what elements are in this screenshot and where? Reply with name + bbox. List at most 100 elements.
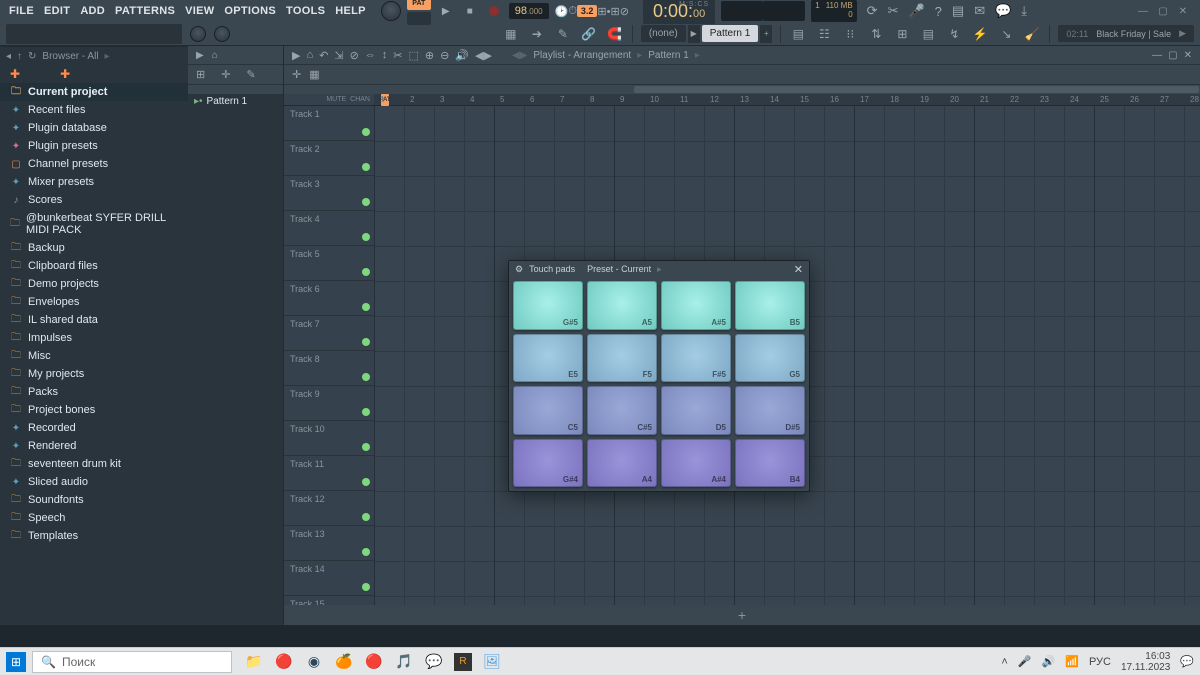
track-header[interactable]: Track 6 (284, 281, 374, 316)
help-icon[interactable]: ? (935, 4, 942, 19)
tb-icon-3[interactable]: ⁝⁝ (841, 25, 859, 43)
browser-item[interactable]: ♪Scores (0, 191, 188, 209)
menu-tools[interactable]: TOOLS (281, 5, 330, 17)
view-icon-5[interactable]: 🧲 (606, 25, 624, 43)
browser-item[interactable]: 🗀Clipboard files (0, 257, 188, 275)
undo-icon[interactable]: ⟳ (867, 3, 878, 19)
taskbar-itunes[interactable]: 🎵 (394, 652, 414, 672)
touchpad-D5[interactable]: D5 (661, 386, 731, 435)
browser-item[interactable]: 🗀@bunkerbeat SYFER DRILL MIDI PACK (0, 209, 188, 239)
browser-up[interactable]: ↑ (17, 51, 22, 62)
step-display[interactable]: 3.2 (577, 5, 598, 17)
browser-item[interactable]: 🗀Speech (0, 509, 188, 527)
pp-tool-3[interactable]: ✎ (246, 68, 255, 81)
maximize-icon[interactable]: ▢ (1156, 4, 1170, 18)
browser-fav[interactable]: ✚ (60, 67, 70, 81)
playlist-ruler[interactable]: MUTE CHAN PAT 12345678910111213141516171… (284, 94, 1200, 106)
record-button[interactable] (485, 2, 503, 20)
playlist-pattern[interactable]: Pattern 1 (648, 50, 689, 61)
pl-snap[interactable]: ✛ (292, 68, 301, 81)
tb-icon-9[interactable]: ↘ (997, 25, 1015, 43)
browser-item[interactable]: ✦Rendered (0, 437, 188, 455)
track-header[interactable]: Track 5 (284, 246, 374, 281)
browser-back[interactable]: ◂ (6, 51, 11, 62)
taskbar-explorer[interactable]: 📁 (244, 652, 264, 672)
track-header[interactable]: Track 3 (284, 176, 374, 211)
minimize-icon[interactable]: — (1136, 4, 1150, 18)
track-header[interactable]: Track 10 (284, 421, 374, 456)
view-icon-4[interactable]: 🔗 (580, 25, 598, 43)
touchpad-A4[interactable]: A4 (587, 439, 657, 488)
overdub-icon[interactable]: ⊞⊘ (611, 5, 629, 18)
tray-mic-icon[interactable]: 🎤 (1018, 655, 1032, 668)
pattern-none[interactable]: (none) (641, 25, 686, 42)
browser-item[interactable]: 🗀Current project (0, 83, 188, 101)
track-header[interactable]: Track 11 (284, 456, 374, 491)
pp-tool-1[interactable]: ⊞ (196, 68, 205, 81)
menu-view[interactable]: VIEW (180, 5, 219, 17)
browser-item[interactable]: ✦Plugin database (0, 119, 188, 137)
stop-button[interactable]: ■ (461, 2, 479, 20)
pattern-current[interactable]: Pattern 1 (702, 25, 759, 42)
browser-item[interactable]: 🗀Templates (0, 527, 188, 545)
view-icon-2[interactable]: ➔ (528, 25, 546, 43)
pl-tool-5[interactable]: ⇔ (365, 49, 376, 61)
tb-icon-6[interactable]: ▤ (919, 25, 937, 43)
download-icon[interactable]: ⤓ (1021, 3, 1027, 19)
taskbar-steam[interactable]: ◉ (304, 652, 324, 672)
pl-tool-12[interactable]: ◀▶ (475, 49, 492, 62)
pl-tool-8[interactable]: ⬚ (409, 49, 419, 62)
mic-icon[interactable]: 🎤 (908, 3, 924, 19)
tb-icon-1[interactable]: ▤ (789, 25, 807, 43)
browser-item[interactable]: 🗀Backup (0, 239, 188, 257)
browser-item[interactable]: ✦Sliced audio (0, 473, 188, 491)
play-button[interactable]: ▶ (437, 2, 455, 20)
pp-tool-2[interactable]: ✛ (221, 68, 230, 81)
tray-volume-icon[interactable]: 🔊 (1042, 655, 1056, 668)
start-button[interactable]: ⊞ (6, 652, 26, 672)
tb-icon-8[interactable]: ⚡ (971, 25, 989, 43)
pl-tool-10[interactable]: ⊖ (440, 49, 449, 62)
track-header[interactable]: Track 13 (284, 526, 374, 561)
pl-tool-2[interactable]: ↶ (319, 49, 328, 62)
pattern-next[interactable]: + (760, 25, 772, 43)
pl-tool-9[interactable]: ⊕ (425, 49, 434, 62)
pl-max-icon[interactable]: ▢ (1168, 50, 1177, 61)
browser-item[interactable]: 🗀Demo projects (0, 275, 188, 293)
mix-knob[interactable] (214, 26, 230, 42)
tempo-display[interactable]: 98.000 (509, 3, 549, 19)
tb-icon-5[interactable]: ⊞ (893, 25, 911, 43)
countdown-icon[interactable]: ⏱ (568, 5, 577, 18)
taskbar-app1[interactable]: R (454, 653, 472, 671)
taskbar-yandex[interactable]: 🔴 (274, 652, 294, 672)
chat-icon[interactable]: 💬 (995, 3, 1011, 19)
touchpad-C#5[interactable]: C#5 (587, 386, 657, 435)
browser-item[interactable]: 🗀seventeen drum kit (0, 455, 188, 473)
tb-icon-7[interactable]: ↯ (945, 25, 963, 43)
pl-tool-grid[interactable]: ▦ (309, 68, 319, 81)
pl-min-icon[interactable]: — (1152, 50, 1162, 61)
tb-icon-10[interactable]: 🧹 (1023, 25, 1041, 43)
browser-item[interactable]: 🗀Impulses (0, 329, 188, 347)
browser-item[interactable]: ▢Channel presets (0, 155, 188, 173)
browser-item[interactable]: 🗀Project bones (0, 401, 188, 419)
menu-edit[interactable]: EDIT (39, 5, 75, 17)
pitch-knob[interactable] (190, 26, 206, 42)
browser-refresh[interactable]: ↻ (28, 51, 36, 62)
browser-item[interactable]: ✦Recent files (0, 101, 188, 119)
touchpad-F#5[interactable]: F#5 (661, 334, 731, 383)
time-display[interactable]: M:S:CS 0:00:00 (643, 0, 715, 24)
touchpad-C5[interactable]: C5 (513, 386, 583, 435)
menu-patterns[interactable]: PATTERNS (110, 5, 180, 17)
pp-home-icon[interactable]: ⌂ (212, 50, 218, 61)
touchpad-G5[interactable]: G5 (735, 334, 805, 383)
browser-add[interactable]: ✚ (10, 67, 20, 81)
pattern-item[interactable]: ▸• Pattern 1 (188, 94, 283, 109)
touchpad-G#5[interactable]: G#5 (513, 281, 583, 330)
browser-item[interactable]: 🗀IL shared data (0, 311, 188, 329)
track-header[interactable]: Track 7 (284, 316, 374, 351)
view-icon-1[interactable]: ▦ (502, 25, 520, 43)
browser-item[interactable]: ✦Plugin presets (0, 137, 188, 155)
pl-tool-4[interactable]: ⊘ (350, 49, 359, 62)
step-edit-icon[interactable]: ⊞• (597, 5, 610, 18)
